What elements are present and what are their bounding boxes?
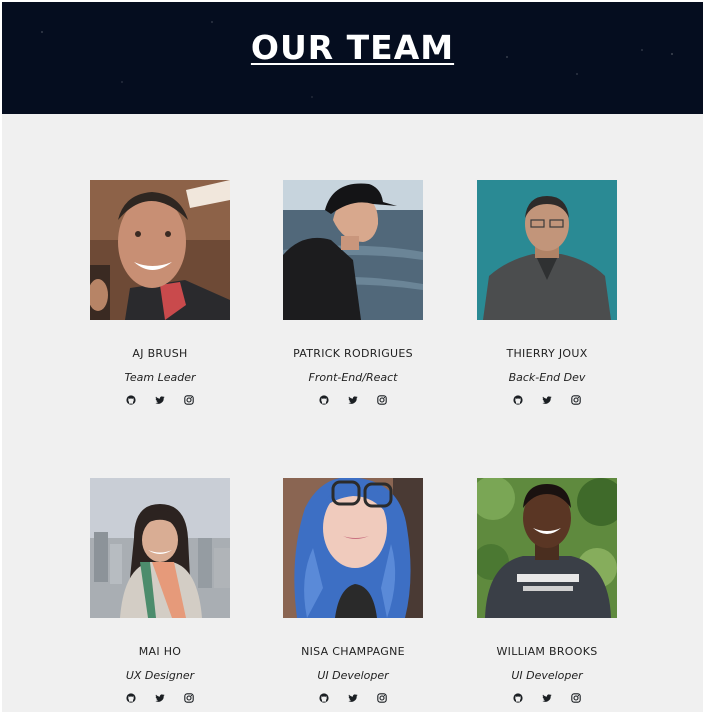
github-link[interactable]	[513, 395, 523, 405]
team-member-card: THIERRY JOUX Back-End Dev	[457, 180, 637, 406]
team-member-card: PATRICK RODRIGUES Front-End/React	[263, 180, 443, 406]
twitter-icon	[155, 694, 165, 702]
twitter-icon	[348, 396, 358, 404]
instagram-icon	[571, 693, 581, 703]
github-link[interactable]	[319, 693, 329, 703]
twitter-icon	[155, 396, 165, 404]
member-role: UI Developer	[511, 669, 583, 682]
member-role: UX Designer	[125, 669, 195, 682]
member-photo	[477, 478, 617, 618]
social-links	[263, 693, 443, 704]
instagram-icon	[184, 693, 194, 703]
github-icon	[513, 395, 523, 405]
twitter-icon	[542, 694, 552, 702]
github-icon	[319, 693, 329, 703]
github-icon	[126, 693, 136, 703]
page: OUR TEAM AJ BRUSH Team Leader PATRICK RO…	[2, 2, 703, 712]
twitter-icon	[542, 396, 552, 404]
member-role: UI Developer	[317, 669, 389, 682]
member-role: Back-End Dev	[508, 371, 586, 384]
twitter-icon	[348, 694, 358, 702]
twitter-link[interactable]	[348, 395, 358, 405]
member-photo	[90, 180, 230, 320]
member-photo	[90, 478, 230, 618]
instagram-link[interactable]	[571, 693, 581, 703]
instagram-icon	[377, 395, 387, 405]
member-name: PATRICK RODRIGUES	[293, 347, 413, 360]
team-member-card: MAI HO UX Designer	[70, 478, 250, 704]
github-link[interactable]	[126, 693, 136, 703]
twitter-link[interactable]	[155, 693, 165, 703]
team-member-card: WILLIAM BROOKS UI Developer	[457, 478, 637, 704]
team-member-card: NISA CHAMPAGNE UI Developer	[263, 478, 443, 704]
instagram-icon	[184, 395, 194, 405]
instagram-link[interactable]	[184, 395, 194, 405]
github-link[interactable]	[319, 395, 329, 405]
member-role: Front-End/React	[308, 371, 398, 384]
github-icon	[126, 395, 136, 405]
instagram-icon	[571, 395, 581, 405]
social-links	[70, 395, 250, 406]
member-name: THIERRY JOUX	[506, 347, 588, 360]
instagram-link[interactable]	[377, 395, 387, 405]
github-icon	[319, 395, 329, 405]
instagram-link[interactable]	[377, 693, 387, 703]
member-role: Team Leader	[124, 371, 196, 384]
social-links	[263, 395, 443, 406]
member-photo	[283, 478, 423, 618]
member-name: WILLIAM BROOKS	[496, 645, 598, 658]
member-photo	[283, 180, 423, 320]
page-title: OUR TEAM	[250, 28, 455, 67]
team-member-card: AJ BRUSH Team Leader	[70, 180, 250, 406]
member-name: NISA CHAMPAGNE	[301, 645, 405, 658]
instagram-link[interactable]	[184, 693, 194, 703]
member-name: MAI HO	[138, 645, 182, 658]
twitter-link[interactable]	[348, 693, 358, 703]
twitter-link[interactable]	[155, 395, 165, 405]
social-links	[457, 693, 637, 704]
twitter-link[interactable]	[542, 693, 552, 703]
hero-banner: OUR TEAM	[2, 2, 703, 114]
social-links	[457, 395, 637, 406]
instagram-icon	[377, 693, 387, 703]
social-links	[70, 693, 250, 704]
instagram-link[interactable]	[571, 395, 581, 405]
github-link[interactable]	[126, 395, 136, 405]
member-name: AJ BRUSH	[132, 347, 188, 360]
member-photo	[477, 180, 617, 320]
github-link[interactable]	[513, 693, 523, 703]
twitter-link[interactable]	[542, 395, 552, 405]
github-icon	[513, 693, 523, 703]
